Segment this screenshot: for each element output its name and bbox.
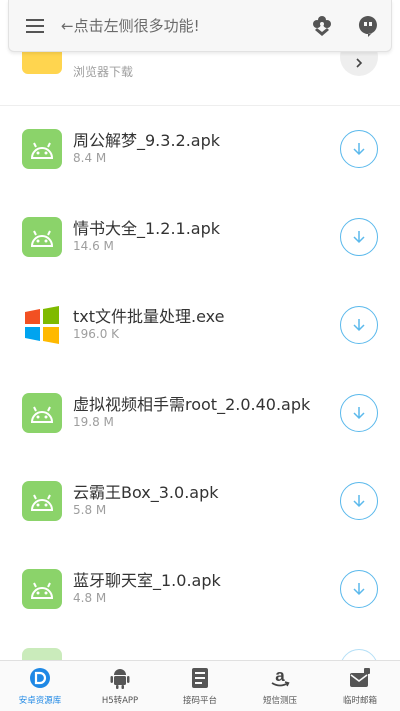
windows-icon (22, 305, 62, 345)
android-robot-icon (110, 667, 130, 689)
amazon-icon: a (269, 667, 291, 689)
file-name: txt文件批量处理.exe (73, 307, 225, 326)
download-button[interactable] (340, 306, 378, 344)
file-row[interactable]: 虚拟视频相手需root_2.0.40.apk 19.8 M (0, 393, 400, 481)
nav-label: 接码平台 (182, 696, 217, 706)
nav-label: 安卓资源库 (18, 696, 62, 706)
download-button[interactable] (340, 482, 378, 520)
file-size: 5.8 M (73, 503, 107, 517)
nav-item-sms-code[interactable]: 接码平台 (160, 661, 240, 711)
android-icon (22, 569, 62, 609)
download-button[interactable] (340, 394, 378, 432)
flower-pin-icon[interactable] (299, 0, 345, 52)
nav-label: 短信测压 (262, 696, 297, 706)
file-name: 虚拟视频相手需root_2.0.40.apk (73, 395, 311, 414)
file-row[interactable]: 情书大全_1.2.1.apk 14.6 M (0, 217, 400, 305)
file-row[interactable]: txt文件批量处理.exe 196.0 K (0, 305, 400, 393)
mail-icon (349, 667, 371, 689)
search-bar[interactable]: ←点击左侧很多功能! (8, 0, 392, 52)
svg-text:a: a (275, 667, 285, 685)
file-size: 14.6 M (73, 239, 114, 253)
file-row[interactable]: 蓝牙聊天室_1.0.apk 4.8 M (0, 569, 400, 657)
nav-item-android-library[interactable]: 安卓资源库 (0, 661, 80, 711)
file-size: 19.8 M (73, 415, 114, 429)
android-icon (22, 217, 62, 257)
search-hint[interactable]: ←点击左侧很多功能! (61, 15, 299, 36)
download-button[interactable] (340, 130, 378, 168)
file-row-partial[interactable] (0, 648, 400, 660)
download-arrow-icon (353, 583, 365, 596)
file-name: 蓝牙聊天室_1.0.apk (73, 571, 221, 590)
download-button[interactable] (340, 570, 378, 608)
document-icon (191, 667, 209, 689)
file-size: 196.0 K (73, 327, 120, 341)
file-name: 周公解梦_9.3.2.apk (73, 131, 221, 150)
nav-item-temp-mail[interactable]: 临时邮箱 (320, 661, 400, 711)
file-name: 情书大全_1.2.1.apk (73, 219, 221, 238)
chat-bubble-icon[interactable] (345, 0, 391, 52)
download-arrow-icon (353, 407, 365, 420)
download-arrow-icon (353, 143, 365, 156)
chevron-right-icon[interactable] (340, 52, 378, 76)
file-row[interactable]: 周公解梦_9.3.2.apk 8.4 M (0, 129, 400, 217)
android-icon (22, 393, 62, 433)
download-arrow-icon (353, 319, 365, 332)
file-name: 云霸王Box_3.0.apk (73, 483, 219, 502)
d-logo-icon (29, 667, 51, 689)
download-button[interactable] (340, 649, 378, 660)
android-icon (22, 648, 62, 660)
download-arrow-icon (353, 495, 365, 508)
file-row[interactable]: 云霸王Box_3.0.apk 5.8 M (0, 481, 400, 569)
nav-item-h5-to-app[interactable]: H5转APP (80, 661, 160, 711)
list-item-subtitle: 浏览器下载 (73, 65, 134, 79)
nav-label: 临时邮箱 (342, 696, 377, 706)
file-size: 4.8 M (73, 591, 107, 605)
file-size: 8.4 M (73, 151, 107, 165)
menu-icon[interactable] (9, 0, 61, 52)
folder-icon (22, 52, 62, 74)
android-icon (22, 129, 62, 169)
download-arrow-icon (353, 231, 365, 244)
bottom-nav: 安卓资源库 H5转APP 接码平台 a 短信测压 临时邮箱 (0, 660, 400, 711)
list-item[interactable]: 浏览器下载 (0, 52, 400, 106)
nav-label: H5转APP (101, 696, 139, 706)
download-button[interactable] (340, 218, 378, 256)
android-icon (22, 481, 62, 521)
nav-item-sms-test[interactable]: a 短信测压 (240, 661, 320, 711)
